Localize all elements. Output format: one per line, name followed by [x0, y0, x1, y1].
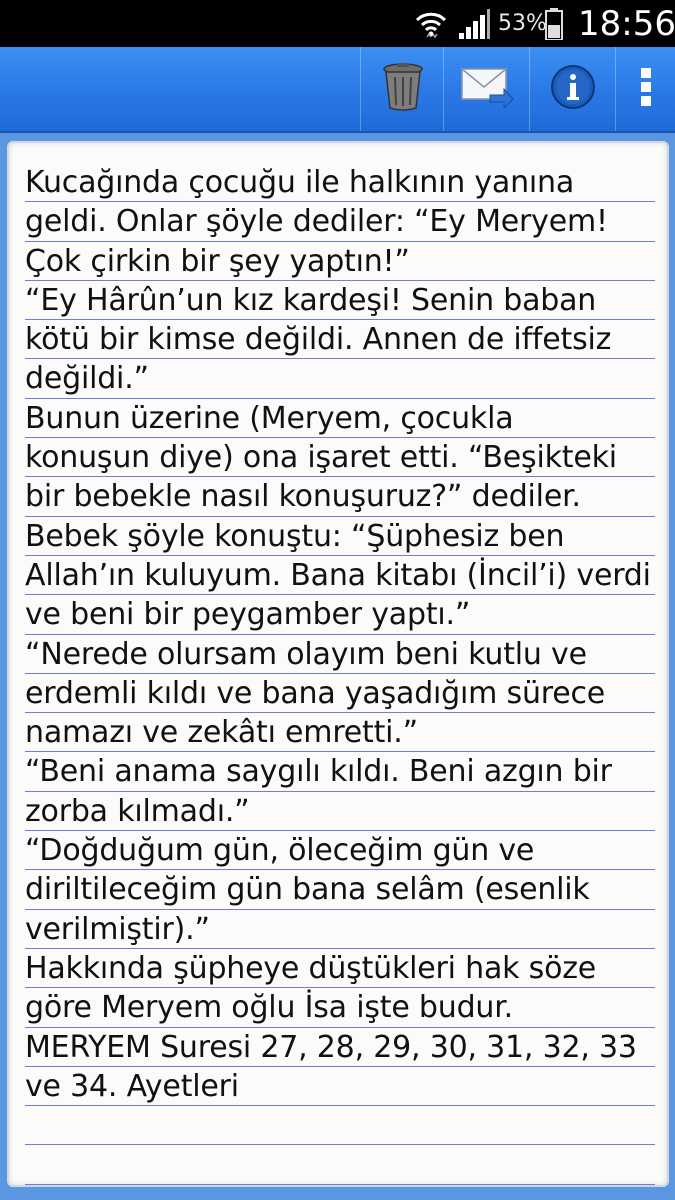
- mail-icon: [460, 65, 514, 114]
- note-line: “Nerede olursam olayım beni kutlu ve: [25, 635, 655, 674]
- overflow-menu-button[interactable]: [615, 47, 675, 131]
- note-line: Bunun üzerine (Meryem, çocukla: [25, 399, 655, 439]
- note-line: göre Meryem oğlu İsa işte budur.: [25, 988, 655, 1028]
- note-line: MERYEM Suresi 27, 28, 29, 30, 31, 32, 33: [25, 1028, 655, 1067]
- note-line: [25, 1145, 655, 1185]
- trash-icon: [381, 62, 425, 116]
- content-frame: Kucağında çocuğu ile halkının yanına gel…: [0, 133, 675, 1200]
- send-button[interactable]: [443, 47, 530, 131]
- note-line: konuşun diye) ona işaret etti. “Beşiktek…: [25, 438, 655, 478]
- battery-percent: 53%: [498, 11, 547, 36]
- clock: 18:56: [578, 3, 675, 44]
- signal-icon: [458, 0, 492, 47]
- note-line: “Ey Hârûn’un kız kardeşi! Senin baban: [25, 281, 655, 321]
- note-line: bir bebekle nasıl konuşuruz?” dediler.: [25, 477, 655, 517]
- wifi-icon: [414, 0, 450, 47]
- note-text: Kucağında çocuğu ile halkının yanına gel…: [25, 163, 655, 1185]
- note-editor[interactable]: Kucağında çocuğu ile halkının yanına gel…: [7, 141, 669, 1187]
- note-line: verilmiştir).”: [25, 910, 655, 949]
- note-line: ve 34. Ayetleri: [25, 1067, 655, 1107]
- note-line: “Doğduğum gün, öleceğim gün ve: [25, 831, 655, 871]
- note-line: Çok çirkin bir şey yaptın!”: [25, 242, 655, 281]
- status-bar: 53% 18:56: [0, 0, 675, 47]
- battery-icon: [545, 0, 567, 47]
- note-line: değildi.”: [25, 359, 655, 399]
- info-button[interactable]: [529, 47, 616, 131]
- note-line: Kucağında çocuğu ile halkının yanına: [25, 163, 655, 203]
- note-line: diriltileceğim gün bana selâm (esenlik: [25, 870, 655, 910]
- action-bar: [0, 47, 675, 133]
- note-line: Bebek şöyle konuştu: “Şüphesiz ben: [25, 517, 655, 556]
- note-line: geldi. Onlar şöyle dediler: “Ey Meryem!: [25, 202, 655, 242]
- note-line: erdemli kıldı ve bana yaşadığım sürece: [25, 674, 655, 714]
- note-line: zorba kılmadı.”: [25, 792, 655, 832]
- note-line: namazı ve zekâtı emretti.”: [25, 713, 655, 753]
- overflow-menu-icon: [639, 66, 653, 113]
- note-line: [25, 1106, 655, 1146]
- note-line: Allah’ın kuluyum. Bana kitabı (İncil’i) …: [25, 556, 655, 596]
- note-line: Hakkında şüpheye düştükleri hak söze: [25, 949, 655, 989]
- info-icon: [550, 64, 596, 115]
- note-line: “Beni anama saygılı kıldı. Beni azgın bi…: [25, 752, 655, 792]
- note-line: kötü bir kimse değildi. Annen de iffetsi…: [25, 320, 655, 360]
- note-line: ve beni bir peygamber yaptı.”: [25, 595, 655, 635]
- delete-button[interactable]: [360, 47, 444, 131]
